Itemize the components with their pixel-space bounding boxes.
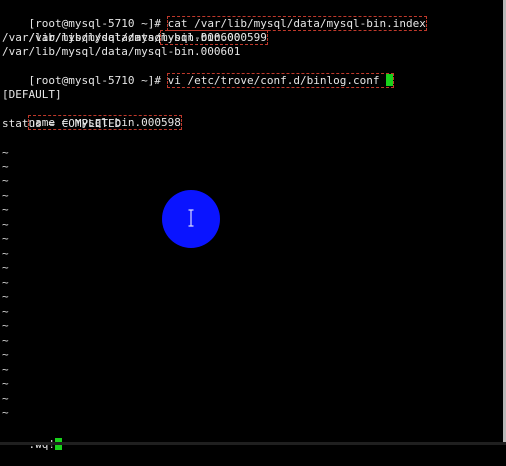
vim-empty-line-marker: ~ <box>2 247 9 260</box>
config-status-line: status = COMPLETED <box>2 117 122 130</box>
vim-empty-line-marker: ~ <box>2 276 9 289</box>
vim-empty-line-marker: ~ <box>2 261 9 274</box>
vim-empty-line-marker: ~ <box>2 218 9 231</box>
terminal-window[interactable]: [root@mysql-5710 ~]# cat /var/lib/mysql/… <box>0 0 506 451</box>
vim-empty-line-marker: ~ <box>2 377 9 390</box>
terminal-cursor <box>386 74 394 86</box>
config-name-line: name = mysql-bin.000598 <box>2 102 182 130</box>
vim-empty-line-marker: ~ <box>2 305 9 318</box>
vim-empty-line-marker: ~ <box>2 203 9 216</box>
vim-command-line[interactable]: :wq! <box>2 424 62 451</box>
vim-empty-line-marker: ~ <box>2 174 9 187</box>
vim-empty-line-marker: ~ <box>2 406 9 419</box>
output-line-binlog-599: /var/lib/mysql/data/mysql-bin.000599 <box>2 17 268 45</box>
shell-prompt: [root@mysql-5710 ~]# <box>28 74 168 87</box>
vim-empty-line-marker: ~ <box>2 363 9 376</box>
vi-command: vi /etc/trove/conf.d/binlog.conf <box>166 73 395 88</box>
vim-empty-line-marker: ~ <box>2 334 9 347</box>
vim-empty-line-marker: ~ <box>2 160 9 173</box>
vim-empty-line-marker: ~ <box>2 146 9 159</box>
prompt-line-vi: [root@mysql-5710 ~]# vi /etc/trove/conf.… <box>2 60 395 88</box>
vim-empty-line-marker: ~ <box>2 290 9 303</box>
vim-empty-line-marker: ~ <box>2 189 9 202</box>
vim-empty-line-marker: ~ <box>2 232 9 245</box>
output-line-binlog-601: /var/lib/mysql/data/mysql-bin.000601 <box>2 45 241 58</box>
vim-empty-line-marker: ~ <box>2 319 9 332</box>
config-section-header: [DEFAULT] <box>2 88 62 101</box>
vim-empty-line-marker: ~ <box>2 392 9 405</box>
output-line-binlog-600: /var/lib/mysql/data/mysql-bin.000600 <box>2 31 241 44</box>
vim-empty-line-marker: ~ <box>2 348 9 361</box>
text-cursor-icon <box>188 209 194 227</box>
prompt-line-cat: [root@mysql-5710 ~]# cat /var/lib/mysql/… <box>2 3 427 31</box>
